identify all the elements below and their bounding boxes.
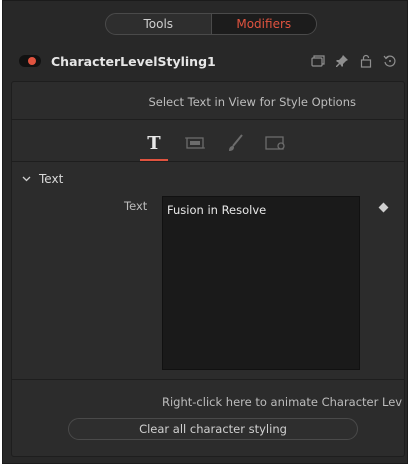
inspector-content: Select Text in View for Style Options T …	[11, 81, 405, 457]
text-input[interactable]: Fusion in Resolve	[162, 196, 360, 370]
divider	[12, 161, 404, 162]
section-title: Text	[39, 172, 64, 186]
text-tab-icon: T	[147, 132, 161, 154]
node-enable-toggle[interactable]	[19, 55, 41, 67]
text-section-header[interactable]: Text	[22, 172, 63, 186]
window-icon[interactable]	[311, 54, 325, 68]
layout-tab-icon	[184, 137, 205, 149]
divider	[12, 379, 404, 380]
pin-icon[interactable]	[335, 54, 349, 68]
shading-tab-icon	[229, 134, 244, 151]
inspector-panel: Tools Modifiers CharacterLevelStyling1 S…	[2, 0, 408, 464]
node-header-icons	[311, 54, 397, 68]
tab-modifiers[interactable]: Modifiers	[210, 14, 316, 34]
control-tabs: T	[140, 126, 290, 161]
transform-tab[interactable]	[262, 129, 290, 157]
keyframe-diamond-icon[interactable]	[378, 202, 389, 213]
chevron-down-icon	[22, 176, 31, 182]
tab-tools[interactable]: Tools	[106, 14, 211, 34]
shading-tab[interactable]	[221, 129, 249, 157]
animate-hint[interactable]: Right-click here to animate Character Le…	[162, 395, 402, 409]
reset-icon[interactable]	[383, 54, 397, 68]
node-title[interactable]: CharacterLevelStyling1	[51, 54, 216, 69]
clear-styling-button[interactable]: Clear all character styling	[68, 418, 358, 440]
style-hint: Select Text in View for Style Options	[148, 95, 356, 109]
divider	[12, 119, 404, 120]
layout-tab[interactable]	[181, 129, 209, 157]
node-header: CharacterLevelStyling1	[11, 46, 405, 76]
text-tab[interactable]: T	[140, 129, 168, 161]
text-field-label: Text	[124, 199, 148, 213]
inspector-tab-switch: Tools Modifiers	[105, 13, 317, 35]
text-input-value: Fusion in Resolve	[167, 203, 267, 217]
lock-icon[interactable]	[359, 54, 373, 68]
transform-tab-icon	[265, 136, 285, 150]
